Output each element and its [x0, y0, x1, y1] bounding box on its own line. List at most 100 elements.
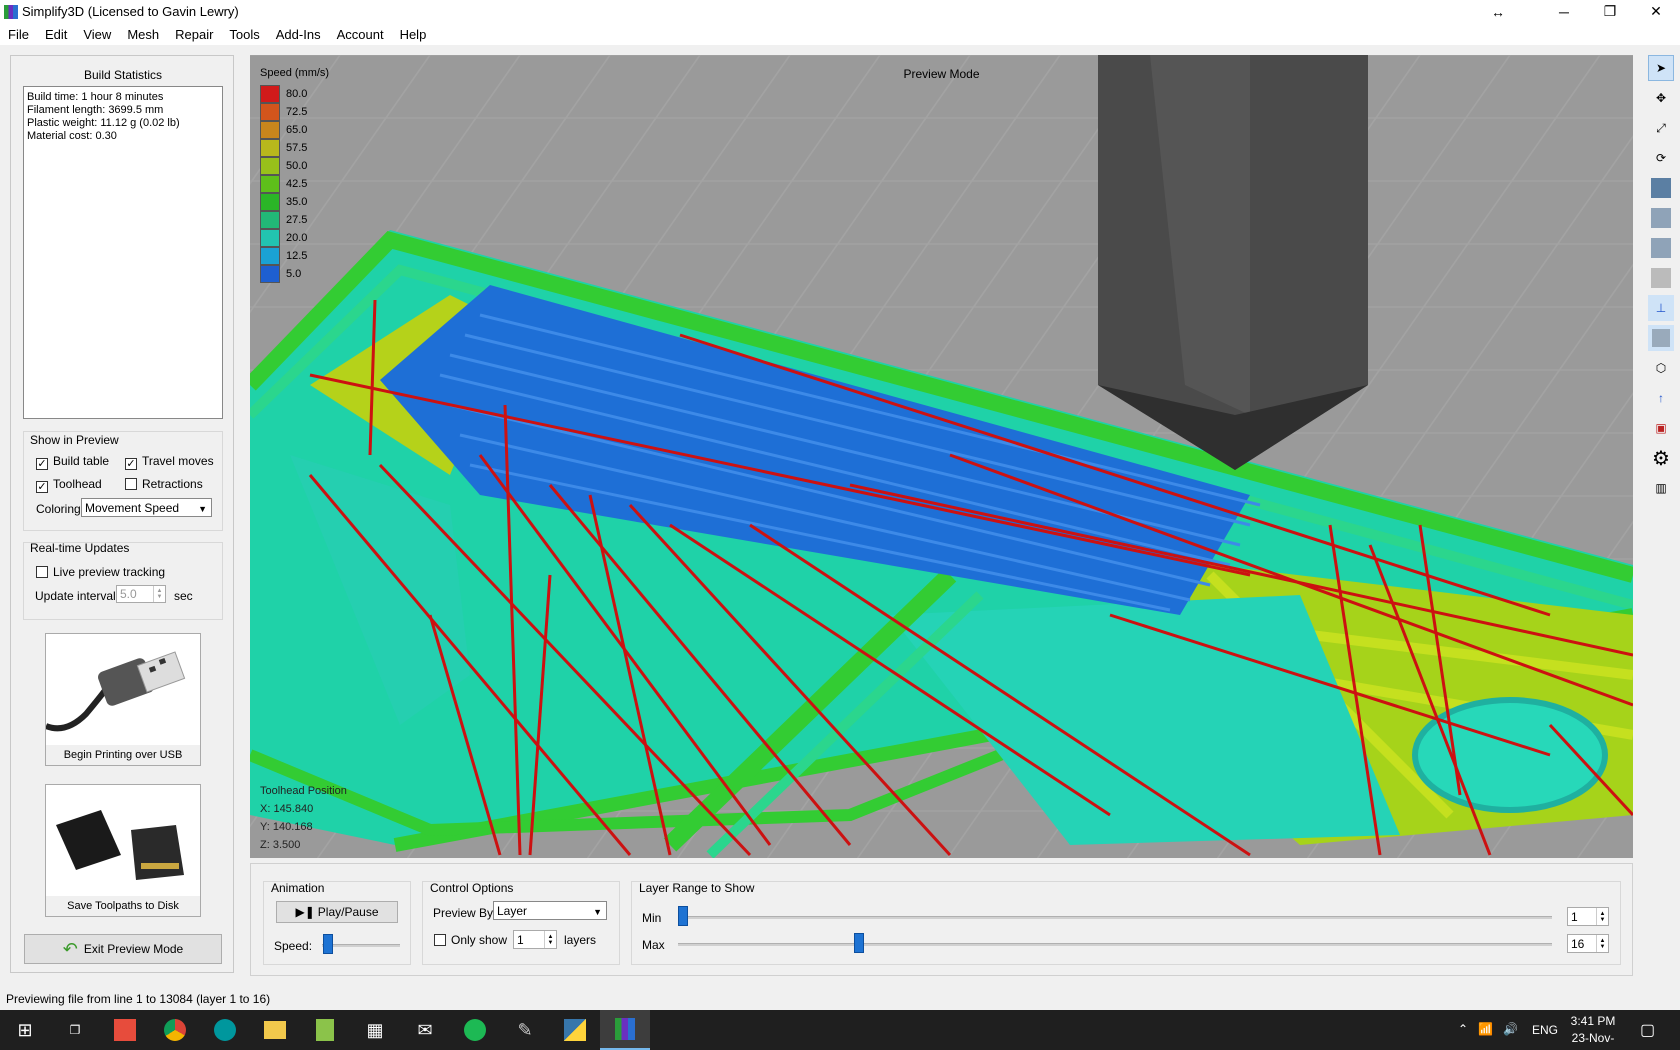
axis-arrow-icon[interactable]: ↑ — [1648, 385, 1674, 411]
task-view-icon[interactable]: ❐ — [50, 1010, 100, 1050]
realtime-group: Real-time Updates Live preview tracking … — [23, 541, 223, 620]
menu-view[interactable]: View — [83, 27, 111, 42]
legend-swatch — [260, 157, 280, 175]
clock[interactable]: 3:41 PM 23-Nov-17 — [1565, 1013, 1621, 1050]
realtime-title: Real-time Updates — [30, 541, 130, 555]
preview-controls: Animation ▶❚ Play/Pause Speed: Control O… — [250, 863, 1633, 976]
toolhead-checkbox[interactable]: ✓ Toolhead — [36, 477, 102, 493]
speed-legend: 80.0 72.5 65.0 57.5 50.0 42.5 35.0 27.5 20.0 12.5… — [260, 85, 307, 283]
build-stats-title: Build Statistics — [83, 68, 163, 82]
min-layer-slider[interactable] — [678, 906, 688, 926]
legend-item: 65.0 — [260, 121, 307, 139]
status-bar: Previewing file from line 1 to 13084 (la… — [6, 992, 271, 1006]
select-icon[interactable]: ➤ — [1648, 55, 1674, 81]
animation-speed-slider[interactable] — [323, 934, 333, 954]
legend-swatch — [260, 139, 280, 157]
language-indicator[interactable]: ENG — [1532, 1023, 1558, 1037]
gear-icon[interactable]: ⚙ — [1648, 445, 1674, 471]
rotate-icon[interactable]: ⟳ — [1648, 145, 1674, 171]
legend-item: 42.5 — [260, 175, 307, 193]
simplify3d-task-icon[interactable] — [600, 1010, 650, 1050]
toolhead-x: X: 145.840 — [260, 803, 314, 815]
machine-icon[interactable]: ▥ — [1648, 475, 1674, 501]
play-pause-button[interactable]: ▶❚ Play/Pause — [276, 901, 398, 923]
animation-group: Animation ▶❚ Play/Pause Speed: — [263, 881, 411, 965]
exit-preview-button[interactable]: ↶ Exit Preview Mode — [24, 934, 222, 964]
3d-viewport[interactable]: Preview Mode Speed (mm/s) 80.0 72.5 65.0 57… — [250, 55, 1633, 858]
minimize-button[interactable]: ─ — [1544, 0, 1584, 23]
max-layer-slider[interactable] — [854, 933, 864, 953]
usb-print-button[interactable]: Begin Printing over USB — [44, 633, 201, 766]
legend-value: 20.0 — [286, 232, 308, 244]
coloring-label: Coloring — [36, 502, 81, 516]
cross-section-icon[interactable]: ▣ — [1648, 415, 1674, 441]
wireframe-icon[interactable]: ⬡ — [1648, 355, 1674, 381]
apps-icon[interactable] — [100, 1010, 150, 1050]
retractions-checkbox[interactable]: Retractions — [125, 477, 203, 491]
plastic-weight: Plastic weight: 11.12 g (0.02 lb) — [27, 117, 180, 129]
legend-swatch — [260, 121, 280, 139]
menu-edit[interactable]: Edit — [45, 27, 67, 42]
menu-bar: File Edit View Mesh Repair Tools Add-Ins… — [0, 23, 1680, 45]
tray-icons[interactable]: ⌃ 📶 🔊 — [1458, 1022, 1518, 1036]
menu-repair[interactable]: Repair — [175, 27, 213, 42]
legend-item: 57.5 — [260, 139, 307, 157]
legend-item: 50.0 — [260, 157, 307, 175]
notification-icon[interactable]: ▢ — [1640, 1020, 1655, 1040]
notepad-icon[interactable] — [300, 1010, 350, 1050]
legend-item: 72.5 — [260, 103, 307, 121]
chrome-icon[interactable] — [150, 1010, 200, 1050]
menu-account[interactable]: Account — [337, 27, 384, 42]
legend-swatch — [260, 85, 280, 103]
pen-icon[interactable]: ✎ — [500, 1010, 550, 1050]
file-explorer-icon[interactable] — [250, 1010, 300, 1050]
legend-value: 57.5 — [286, 142, 308, 154]
resize-icon[interactable]: ↔ — [1478, 0, 1518, 23]
view-right-icon[interactable] — [1648, 265, 1674, 291]
preview-by-dropdown[interactable]: Layer ▼ — [493, 901, 607, 920]
build-table-checkbox[interactable]: ✓ Build table — [36, 454, 109, 470]
min-layer-input[interactable]: 1 ▲ ▼ — [1567, 907, 1609, 926]
close-button[interactable]: ✕ — [1636, 0, 1676, 23]
only-show-count-input[interactable]: 1 ▲ ▼ — [513, 930, 557, 949]
menu-help[interactable]: Help — [400, 27, 427, 42]
spotify-icon[interactable] — [450, 1010, 500, 1050]
move-icon[interactable]: ✥ — [1648, 85, 1674, 111]
legend-value: 72.5 — [286, 106, 308, 118]
view-top-icon[interactable] — [1648, 175, 1674, 201]
arduino-icon[interactable] — [200, 1010, 250, 1050]
travel-moves-checkbox[interactable]: ✓ Travel moves — [125, 454, 214, 470]
legend-swatch — [260, 247, 280, 265]
solid-view-icon[interactable] — [1648, 325, 1674, 351]
menu-add-ins[interactable]: Add-Ins — [276, 27, 321, 42]
coloring-dropdown[interactable]: Movement Speed ▼ — [81, 498, 212, 517]
legend-item: 80.0 — [260, 85, 307, 103]
view-left-icon[interactable] — [1648, 235, 1674, 261]
max-layer-input[interactable]: 16 ▲ ▼ — [1567, 934, 1609, 953]
legend-swatch — [260, 229, 280, 247]
scale-icon[interactable]: ⤢ — [1648, 115, 1674, 141]
preview-by-label: Preview By — [433, 906, 494, 920]
menu-tools[interactable]: Tools — [229, 27, 259, 42]
restore-button[interactable]: ❐ — [1590, 0, 1630, 23]
control-options-title: Control Options — [430, 881, 514, 895]
live-tracking-checkbox[interactable]: Live preview tracking — [36, 565, 165, 579]
windows-start-icon[interactable]: ⊞ — [0, 1010, 50, 1050]
legend-swatch — [260, 193, 280, 211]
legend-item: 27.5 — [260, 211, 307, 229]
menu-file[interactable]: File — [8, 27, 29, 42]
calculator-icon[interactable]: ▦ — [350, 1010, 400, 1050]
menu-mesh[interactable]: Mesh — [127, 27, 159, 42]
usb-cable-icon — [44, 651, 186, 732]
mail-icon[interactable]: ✉ — [400, 1010, 450, 1050]
legend-swatch — [260, 103, 280, 121]
view-front-icon[interactable] — [1648, 205, 1674, 231]
title-bar: Simplify3D (Licensed to Gavin Lewry) ↔ ─… — [0, 0, 1680, 23]
python-icon[interactable] — [550, 1010, 600, 1050]
legend-value: 12.5 — [286, 250, 308, 262]
layer-range-group: Layer Range to Show Min 1 ▲ ▼ Max 16 ▲ ▼ — [631, 881, 1621, 965]
axes-icon[interactable]: ⊥ — [1648, 295, 1674, 321]
update-interval-input[interactable]: 5.0 ▲ ▼ — [116, 585, 166, 603]
save-toolpaths-button[interactable]: Save Toolpaths to Disk — [45, 784, 201, 917]
only-show-checkbox[interactable]: Only show — [434, 933, 507, 947]
